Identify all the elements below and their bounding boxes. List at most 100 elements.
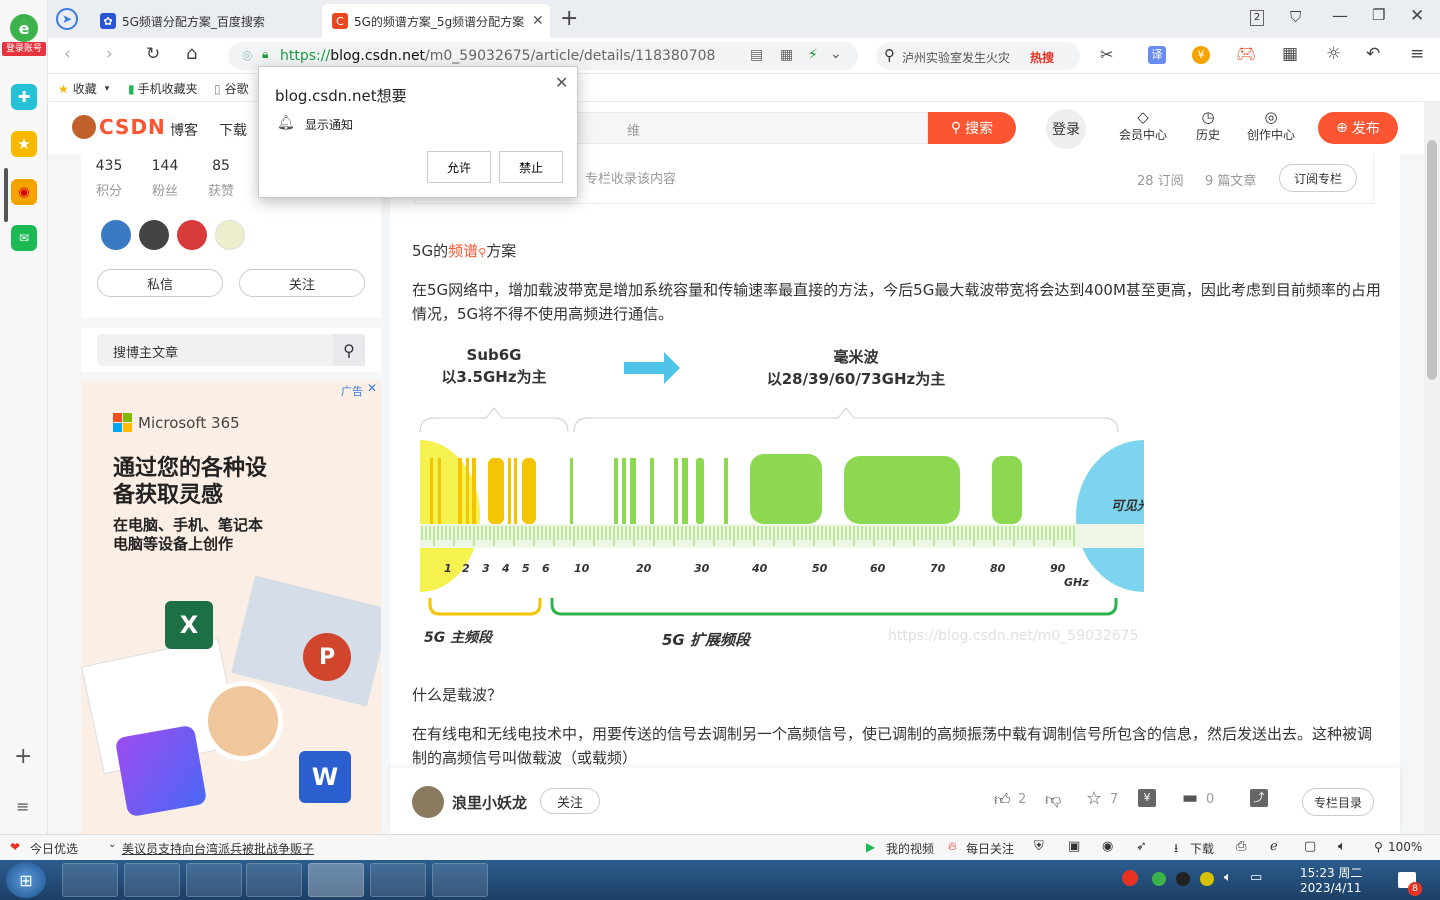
speed-mode-icon[interactable]: ⚡ [808,47,818,63]
allow-button[interactable]: 允许 [427,151,491,183]
downloads-link[interactable]: 下载 [1190,840,1214,857]
taskbar-explorer-icon[interactable] [124,863,180,897]
coin-icon[interactable]: ¥ [1192,46,1210,64]
taskbar-browser-icon[interactable] [308,863,364,897]
sidebar-list-icon[interactable]: ≡ [16,797,29,816]
menu-icon[interactable]: ≡ [1410,44,1424,64]
navigate-icon[interactable]: ➤ [56,8,78,30]
scissors-icon[interactable]: ✂ [1100,45,1113,64]
window-icon[interactable]: ▢ [1304,839,1316,854]
csdn-logo[interactable]: CSDN [72,115,166,139]
tray-date[interactable]: 2023/4/11 [1300,881,1362,895]
scroll-thumb[interactable] [1427,140,1437,380]
csdn-search-button[interactable]: ⚲ 搜索 [928,112,1016,144]
restore-icon[interactable]: ❐ [1372,6,1385,24]
badge-icon[interactable] [139,220,169,250]
plus-app-icon[interactable]: ✚ [11,84,37,110]
new-tab-button[interactable]: + [560,6,578,31]
nav-blog[interactable]: 博客 [170,120,198,140]
deny-button[interactable]: 禁止 [499,151,563,183]
add-sidebar-app-icon[interactable]: + [14,744,32,769]
image-icon[interactable]: ▣ [1068,839,1080,854]
tab-csdn[interactable]: C 5G的频谱方案_5g频谱分配方案 ✕ [322,4,550,38]
publish-button[interactable]: ⊕ 发布 [1318,112,1398,144]
taskbar-app-tiles-icon[interactable] [62,863,118,897]
author-name[interactable]: 浪里小妖龙 [452,792,527,813]
minimize-icon[interactable]: — [1332,6,1348,25]
favorites-star-icon[interactable]: ★ [11,131,37,157]
qrcode-icon[interactable]: ▦ [780,47,793,63]
close-ad-icon[interactable]: ✕ [367,381,377,395]
popup-close-icon[interactable]: ✕ [555,73,568,92]
window-close-icon[interactable]: ✕ [1410,6,1424,26]
rocket-icon[interactable]: ➶ [1136,839,1147,854]
tab-count-badge[interactable]: 2 [1250,10,1264,26]
weibo-icon[interactable]: ◉ [11,179,37,205]
like-icon[interactable]: 👍︎ [994,790,1011,810]
reward-icon[interactable]: ¥ [1138,789,1156,807]
message-button[interactable]: 私信 [97,269,223,297]
daily-follow-link[interactable]: 每日关注 [966,840,1014,857]
bookmark-favorites[interactable]: ★ 收藏 ▾ [58,80,109,97]
badge-icon[interactable] [215,220,245,250]
browser-logo-icon[interactable]: e [10,14,38,42]
site-info-icon[interactable]: ◎ [242,48,252,62]
game-icon[interactable]: 🎮︎ [1236,44,1256,63]
apps-grid-icon[interactable]: ▦ [1282,44,1298,64]
taskbar-word-icon[interactable] [246,863,302,897]
taskbar-app-icon[interactable] [432,863,488,897]
tray-network-icon[interactable]: ▭ [1250,870,1262,885]
page-scrollbar[interactable] [1424,102,1440,834]
shield-icon[interactable]: ⛨ [1034,839,1044,854]
ie-icon[interactable]: ℯ [1270,839,1278,854]
tab-baidu[interactable]: ✿ 5G频谱分配方案_百度搜索 [90,4,320,38]
skin-icon[interactable]: ⛉ [1290,8,1301,26]
print-icon[interactable]: ⎙ [1236,839,1246,854]
badge-icon[interactable] [177,220,207,250]
history-link[interactable]: ◷ 历史 [1188,108,1228,143]
follow-author-button[interactable]: 关注 [540,788,600,814]
dislike-icon[interactable]: 👎︎ [1045,790,1061,810]
tray-browser-icon[interactable] [1152,872,1166,886]
badge-icon[interactable] [101,220,131,250]
login-button[interactable]: 登录 [1046,109,1086,149]
home-icon[interactable]: ⌂ [186,43,197,64]
eye-icon[interactable]: ◉ [1102,839,1113,854]
bookmark-google[interactable]: ▯ 谷歌 [214,80,249,97]
brightness-icon[interactable]: ☼ [1326,44,1341,64]
chevron-down-icon[interactable]: ⌄ [830,46,842,62]
mail-icon[interactable]: ✉ [11,225,37,251]
undo-icon[interactable]: ↶ [1366,44,1380,64]
creator-center-link[interactable]: ◎ 创作中心 [1244,108,1298,143]
tray-time[interactable]: 15:23 周二 [1300,864,1362,881]
reload-icon[interactable]: ↻ [146,44,160,64]
speaker-icon[interactable]: 🔈︎ [1338,839,1346,854]
news-ticker-link[interactable]: 美议员支持向台湾派兵被批战争贩子 [122,840,314,857]
browser-search-box[interactable]: ⚲ 泸州实验室发生火灾 热搜 [876,42,1080,70]
subscribe-column-button[interactable]: 订阅专栏 [1279,164,1357,192]
forward-icon[interactable]: › [106,44,113,64]
login-account-button[interactable]: 登录账号 [2,42,46,56]
nav-download[interactable]: 下载 [219,120,247,140]
taskbar-folder-icon[interactable] [370,863,426,897]
my-video-link[interactable]: 我的视频 [886,840,934,857]
tray-qq-icon[interactable] [1176,872,1190,886]
share-icon[interactable]: ⤴ [1250,789,1268,807]
reader-mode-icon[interactable]: ▤ [750,47,763,63]
taskbar-phone-icon[interactable] [186,863,242,897]
star-icon[interactable]: ☆ [1086,788,1102,809]
floating-toolbar[interactable] [1410,574,1424,724]
tray-plus-icon[interactable] [1200,872,1214,886]
tray-sogou-icon[interactable] [1122,870,1138,886]
blog-search-input[interactable]: 搜博主文章 [97,334,333,366]
zoom-level[interactable]: 100% [1388,840,1422,854]
translate-icon[interactable]: 译 [1148,46,1166,64]
bookmark-mobile[interactable]: ▮ 手机收藏夹 [128,80,198,97]
ad-banner[interactable]: 广告 ✕ Microsoft 365 通过您的各种设备获取灵感 在电脑、手机、笔… [81,381,381,834]
vip-center-link[interactable]: ◇ 会员中心 [1118,108,1168,143]
keyword-link[interactable]: 频谱 [448,242,478,260]
column-toc-button[interactable]: 专栏目录 [1302,788,1374,816]
close-tab-icon[interactable]: ✕ [532,13,544,29]
back-icon[interactable]: ‹ [64,44,71,64]
comment-icon[interactable]: ▬ [1182,788,1198,808]
